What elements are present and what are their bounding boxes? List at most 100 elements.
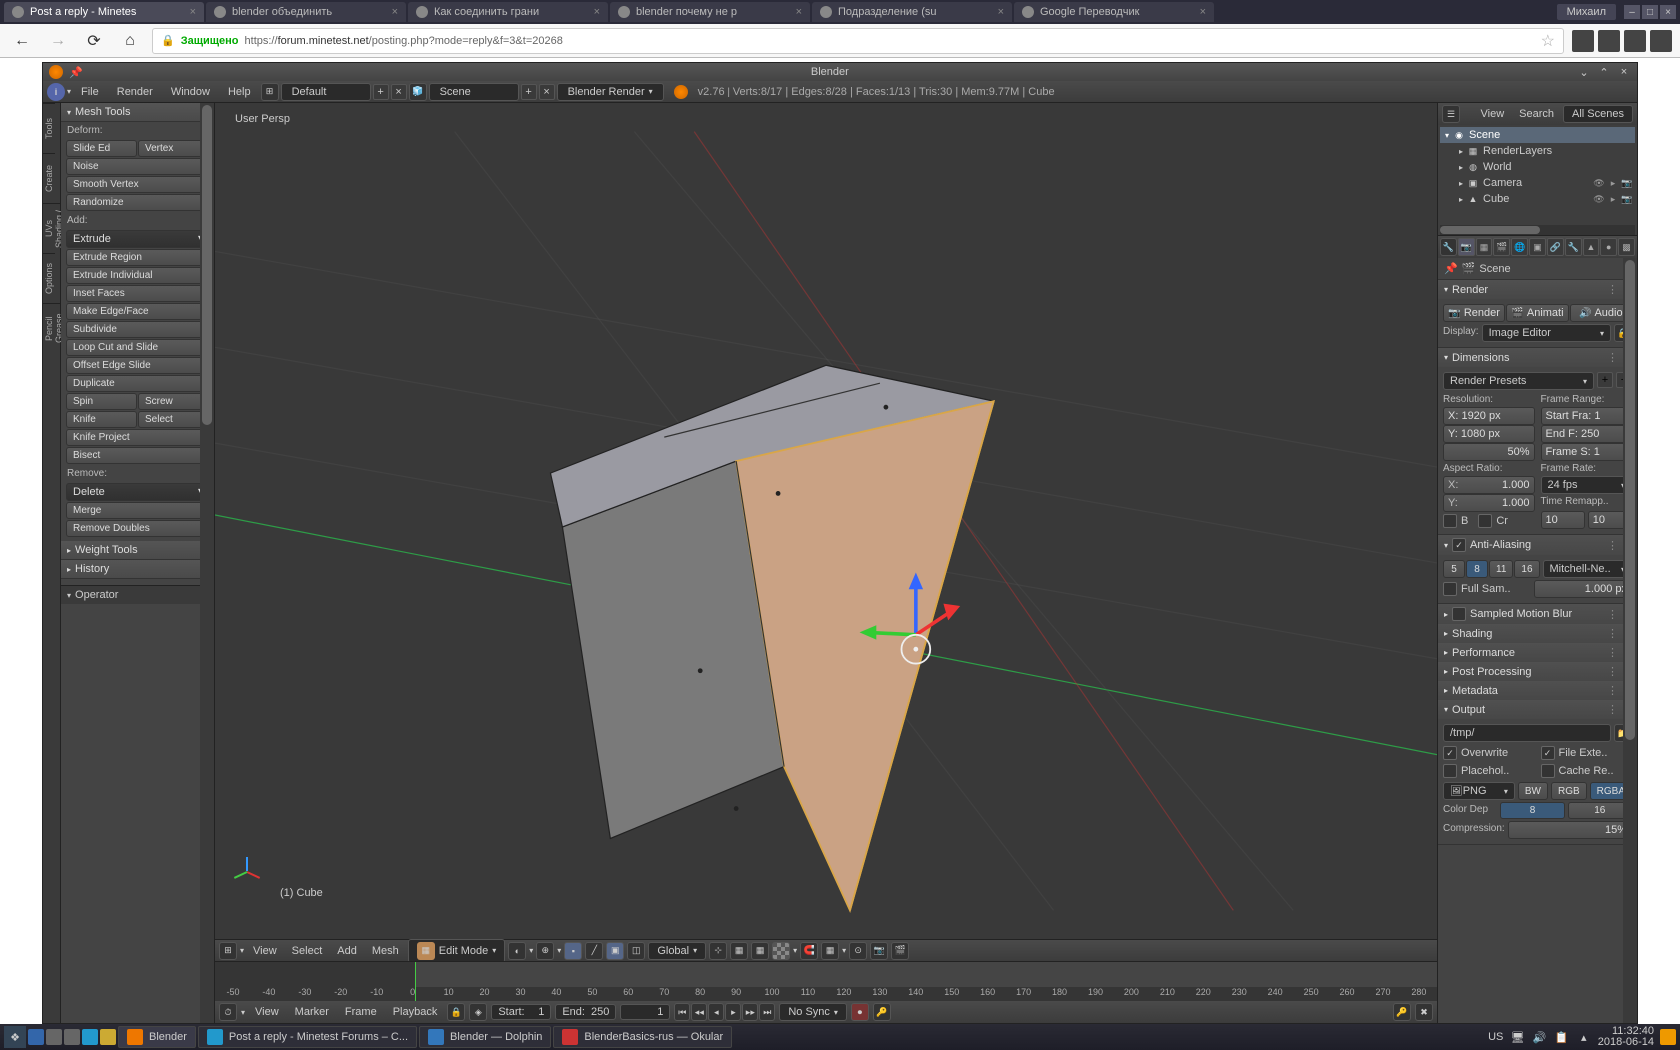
tool-make-edge-face[interactable]: Make Edge/Face xyxy=(66,303,209,320)
placeholder-checkbox[interactable] xyxy=(1443,764,1457,778)
outliner-item[interactable]: ▸▲Cube👁▸📷 xyxy=(1440,191,1635,207)
overwrite-checkbox[interactable] xyxy=(1443,746,1457,760)
tool-extrude-individual[interactable]: Extrude Individual xyxy=(66,267,209,284)
output-path-field[interactable]: /tmp/ xyxy=(1443,724,1611,742)
display-dropdown[interactable]: Image Editor▾ xyxy=(1482,324,1611,342)
show-desktop-icon[interactable] xyxy=(1660,1029,1676,1045)
tab-close-icon[interactable]: × xyxy=(594,6,600,18)
tool-screw[interactable]: Screw xyxy=(138,393,209,410)
screen-layout-icon[interactable]: ⊞ xyxy=(261,83,279,101)
tray-icon[interactable]: 🖥 xyxy=(1510,1029,1526,1045)
play-icon[interactable]: ▸ xyxy=(725,1003,741,1021)
menu-frame[interactable]: Frame xyxy=(339,1006,383,1018)
range-icon[interactable]: 🔒 xyxy=(447,1003,465,1021)
layout-dropdown[interactable]: Default xyxy=(281,83,371,101)
tab-modifiers[interactable]: 🔧 xyxy=(1565,238,1582,256)
layers-icon[interactable]: ▦ xyxy=(751,942,769,960)
jump-start-icon[interactable]: ⏮ xyxy=(674,1003,690,1021)
star-icon[interactable]: ☆ xyxy=(1541,31,1555,51)
remove-layout-icon[interactable]: × xyxy=(391,84,407,100)
tab-close-icon[interactable]: × xyxy=(392,6,398,18)
format-dropdown[interactable]: 🖼 PNG▾ xyxy=(1443,782,1515,800)
aa-samples-8[interactable]: 8 xyxy=(1466,560,1488,578)
render-preview-icon[interactable]: 📷 xyxy=(870,942,888,960)
vtab-tools[interactable]: Tools xyxy=(43,103,55,153)
mode-dropdown[interactable]: ▦Edit Mode▾ xyxy=(408,939,506,963)
color-bw-button[interactable]: BW xyxy=(1518,782,1548,800)
scene-browse-icon[interactable]: 🧊 xyxy=(409,83,427,101)
taskbar-launcher-icon[interactable] xyxy=(46,1029,62,1045)
url-input[interactable]: 🔒 Защищено https://forum.minetest.net/po… xyxy=(152,28,1564,54)
key-delete-icon[interactable]: ✖ xyxy=(1415,1003,1433,1021)
keying-set-icon[interactable]: 🔑 xyxy=(873,1003,891,1021)
play-reverse-icon[interactable]: ◂ xyxy=(708,1003,724,1021)
outliner-item[interactable]: ▾◉Scene xyxy=(1440,127,1635,143)
tool-extrude-region[interactable]: Extrude Region xyxy=(66,249,209,266)
clipboard-icon[interactable]: 📋 xyxy=(1554,1029,1570,1045)
compression-field[interactable]: 15% xyxy=(1508,821,1632,839)
render-button[interactable]: 📷Render xyxy=(1443,304,1505,322)
add-layout-icon[interactable]: + xyxy=(373,84,389,100)
taskbar-launcher-icon[interactable] xyxy=(82,1029,98,1045)
tab-close-icon[interactable]: × xyxy=(190,6,196,18)
properties-scrollbar[interactable] xyxy=(1623,258,1637,1023)
tool-subdivide[interactable]: Subdivide xyxy=(66,321,209,338)
tool-select[interactable]: Select xyxy=(138,411,209,428)
clock[interactable]: 11:32:402018-06-14 xyxy=(1598,1026,1654,1048)
chevron-down-icon[interactable]: ⌄ xyxy=(1577,65,1591,79)
tool-bisect[interactable]: Bisect xyxy=(66,447,209,464)
menu-select[interactable]: Select xyxy=(286,945,329,957)
select-face-icon[interactable]: ▣ xyxy=(606,942,624,960)
section-dimensions[interactable]: ▾Dimensions⋮⋮ xyxy=(1438,348,1637,367)
taskbar-app[interactable]: Blender — Dolphin xyxy=(419,1026,551,1048)
menu-file[interactable]: File xyxy=(73,86,107,98)
back-icon[interactable]: ← xyxy=(8,27,36,55)
taskbar-app[interactable]: Blender xyxy=(118,1026,196,1048)
keyframe-prev-icon[interactable]: ◂◂ xyxy=(691,1003,707,1021)
menu-playback[interactable]: Playback xyxy=(387,1006,444,1018)
reload-icon[interactable]: ⟳ xyxy=(80,27,108,55)
scene-dropdown[interactable]: Scene xyxy=(429,83,519,101)
tab-object[interactable]: ▣ xyxy=(1529,238,1546,256)
keyboard-layout-indicator[interactable]: US xyxy=(1488,1029,1504,1045)
start-frame-field[interactable]: Start Fra: 1 xyxy=(1541,407,1633,425)
limit-selection-icon[interactable]: ◫ xyxy=(627,942,645,960)
extension-icon[interactable] xyxy=(1572,30,1594,52)
key-insert-icon[interactable]: 🔑 xyxy=(1393,1003,1411,1021)
keyframe-next-icon[interactable]: ▸▸ xyxy=(742,1003,758,1021)
select-vertex-icon[interactable]: ▪ xyxy=(564,942,582,960)
tool-spin[interactable]: Spin xyxy=(66,393,137,410)
auto-key-icon[interactable]: ⏺ xyxy=(851,1003,869,1021)
menu-marker[interactable]: Marker xyxy=(289,1006,335,1018)
remap-old-field[interactable]: 10 xyxy=(1541,511,1585,529)
volume-icon[interactable]: 🔊 xyxy=(1532,1029,1548,1045)
tools-scrollbar[interactable] xyxy=(200,103,214,1023)
outliner-scrollbar[interactable] xyxy=(1440,225,1635,235)
crop-checkbox[interactable] xyxy=(1478,514,1492,528)
render-anim-icon[interactable]: 🎬 xyxy=(891,942,909,960)
menu-help[interactable]: Help xyxy=(220,86,259,98)
manipulator-icon[interactable]: ⊹ xyxy=(709,942,727,960)
display-mode-dropdown[interactable]: All Scenes xyxy=(1563,105,1633,123)
end-frame-field[interactable]: End:250 xyxy=(555,1004,616,1020)
menu-window[interactable]: Window xyxy=(163,86,218,98)
engine-dropdown[interactable]: Blender Render▾ xyxy=(557,83,664,101)
section-performance[interactable]: ▸Performance⋮⋮ xyxy=(1438,643,1637,662)
vtab-create[interactable]: Create xyxy=(43,153,55,203)
tool-duplicate[interactable]: Duplicate xyxy=(66,375,209,392)
tab-texture[interactable]: ▩ xyxy=(1618,238,1635,256)
section-metadata[interactable]: ▸Metadata⋮⋮ xyxy=(1438,681,1637,700)
aspect-y-field[interactable]: Y:1.000 xyxy=(1443,494,1535,512)
section-sampled-motion-blur[interactable]: ▸Sampled Motion Blur⋮⋮ xyxy=(1438,604,1637,624)
close-icon[interactable]: × xyxy=(1660,5,1676,19)
tool-slide-edge[interactable]: Slide Ed xyxy=(66,140,137,157)
browser-tab[interactable]: blender почему не р× xyxy=(610,2,810,22)
fps-dropdown[interactable]: 24 fps▾ xyxy=(1541,476,1633,494)
snap-target-icon[interactable]: ⊙ xyxy=(849,942,867,960)
taskbar-launcher-icon[interactable] xyxy=(64,1029,80,1045)
shading-mode-icon[interactable]: ◐ xyxy=(508,942,526,960)
aa-size-field[interactable]: 1.000 px xyxy=(1534,580,1632,598)
info-icon[interactable]: i xyxy=(47,83,65,101)
menu-search[interactable]: Search xyxy=(1513,108,1560,120)
current-frame-field[interactable]: 1 xyxy=(620,1004,670,1020)
